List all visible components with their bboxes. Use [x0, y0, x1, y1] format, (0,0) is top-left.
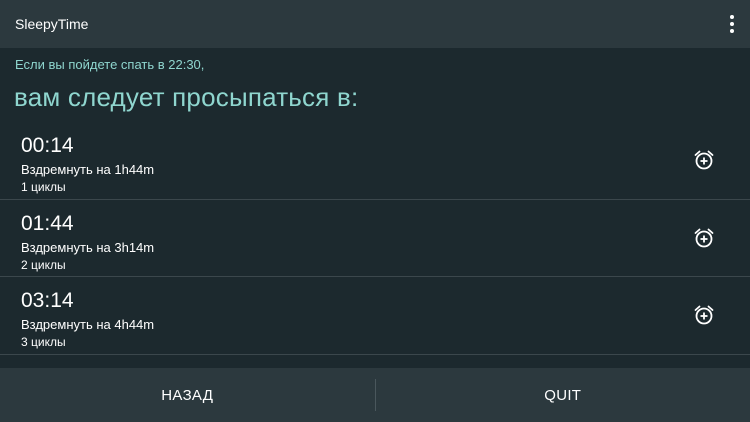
app-title: SleepyTime: [15, 16, 89, 32]
page-headline: вам следует просыпаться в:: [14, 82, 359, 112]
list-item[interactable]: 03:14 Вздремнуть на 4h44m 3 циклы: [0, 277, 750, 355]
list-item[interactable]: 00:14 Вздремнуть на 1h44m 1 циклы: [0, 122, 750, 200]
quit-button[interactable]: QUIT: [376, 368, 750, 422]
bedtime-subhead: Если вы пойдете спать в 22:30,: [15, 57, 205, 72]
action-bar: SleepyTime: [0, 0, 750, 48]
menu-dot: [730, 22, 734, 26]
back-button[interactable]: НАЗАД: [0, 368, 375, 422]
cycle-count: 1 циклы: [21, 180, 66, 194]
wake-time: 00:14: [21, 134, 74, 157]
nap-duration: Вздремнуть на 4h44m: [21, 317, 155, 332]
menu-dot: [730, 15, 734, 19]
nap-duration: Вздремнуть на 1h44m: [21, 162, 155, 177]
cycle-count: 3 циклы: [21, 335, 66, 349]
wake-time: 01:44: [21, 211, 74, 235]
alarm-add-icon[interactable]: [692, 303, 716, 327]
wake-times-list: 00:14 Вздремнуть на 1h44m 1 циклы 01:44 …: [0, 122, 750, 355]
alarm-add-icon[interactable]: [692, 148, 716, 172]
menu-dot: [730, 29, 734, 33]
nap-duration: Вздремнуть на 3h14m: [21, 239, 155, 255]
wake-time: 03:14: [21, 289, 74, 312]
alarm-add-icon[interactable]: [692, 226, 716, 250]
list-item[interactable]: 01:44 Вздремнуть на 3h14m 2 циклы: [0, 200, 750, 277]
bottom-button-bar: НАЗАД QUIT: [0, 368, 750, 422]
cycle-count: 2 циклы: [21, 257, 66, 272]
overflow-menu-icon[interactable]: [720, 10, 744, 38]
app-window: SleepyTime Если вы пойдете спать в 22:30…: [0, 0, 750, 422]
